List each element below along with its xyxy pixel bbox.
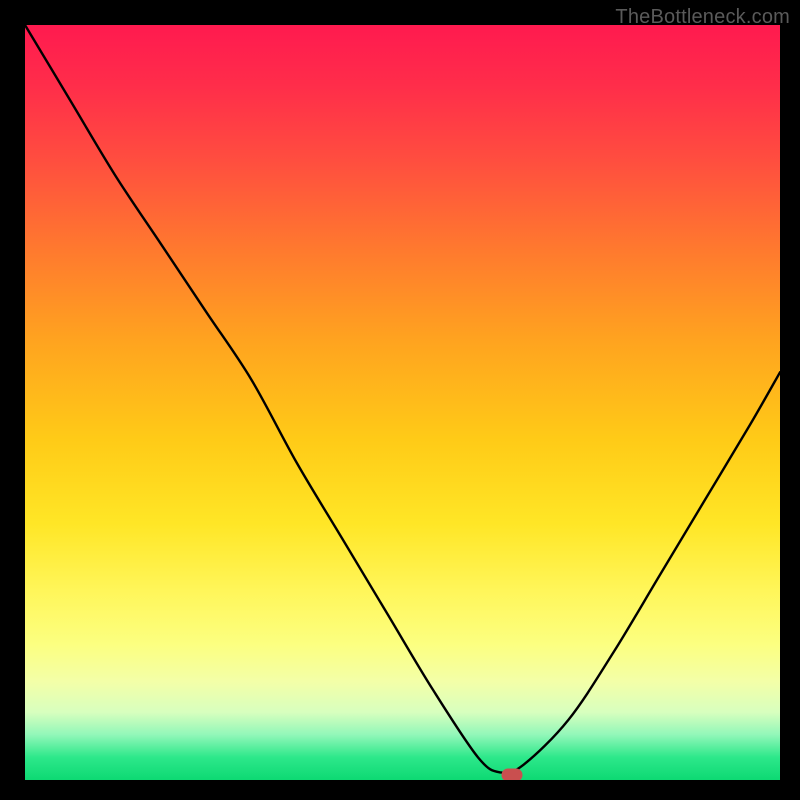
selected-point-marker	[502, 769, 523, 781]
watermark-text: TheBottleneck.com	[615, 6, 790, 29]
chart-frame: TheBottleneck.com	[0, 0, 800, 800]
curve-path	[25, 25, 780, 773]
bottleneck-curve	[25, 25, 780, 780]
plot-area	[25, 25, 780, 780]
